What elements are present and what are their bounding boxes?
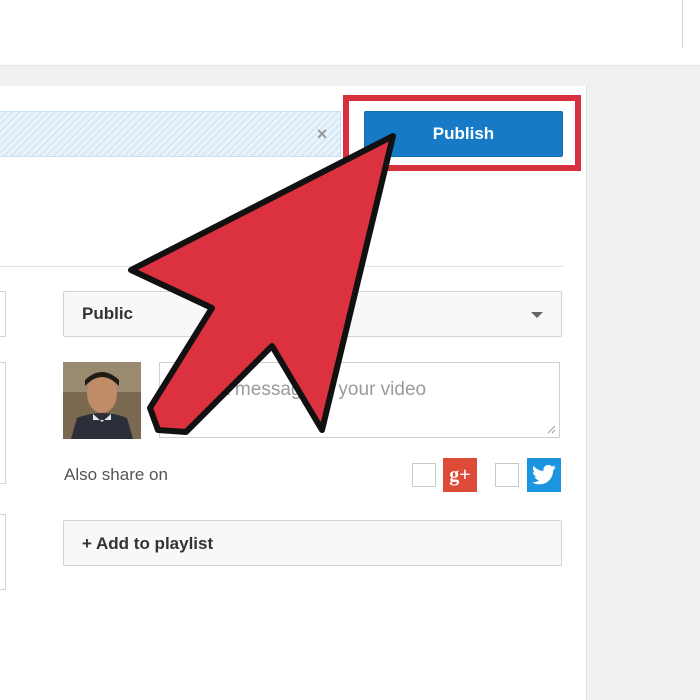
- resize-grip-icon[interactable]: [546, 424, 556, 434]
- privacy-selected-value: Public: [82, 304, 134, 323]
- close-icon[interactable]: ×: [313, 124, 331, 144]
- add-to-playlist-button[interactable]: + Add to playlist: [63, 520, 562, 566]
- avatar: [63, 362, 141, 439]
- search-box-edge: [682, 0, 683, 48]
- twitter-checkbox[interactable]: [495, 463, 519, 487]
- chevron-down-icon: [531, 312, 543, 318]
- share-message-placeholder: Add a message to your video: [180, 379, 427, 400]
- add-to-playlist-label: + Add to playlist: [82, 534, 214, 553]
- google-plus-checkbox[interactable]: [412, 463, 436, 487]
- tags-field-edge[interactable]: [0, 514, 6, 590]
- also-share-label: Also share on: [64, 465, 168, 484]
- top-bar: [0, 0, 700, 66]
- avatar-photo: [63, 362, 141, 439]
- upload-progress-bar: [0, 111, 341, 157]
- twitter-icon: [527, 458, 561, 492]
- title-field-edge[interactable]: [0, 291, 6, 337]
- twitter-bird: [532, 465, 556, 485]
- privacy-dropdown[interactable]: Public: [63, 291, 562, 337]
- section-divider: [0, 266, 563, 267]
- google-plus-icon: g+: [443, 458, 477, 492]
- description-field-edge[interactable]: [0, 362, 6, 484]
- share-message-input[interactable]: Add a message to your video: [159, 362, 560, 438]
- publish-button[interactable]: Publish: [364, 111, 563, 157]
